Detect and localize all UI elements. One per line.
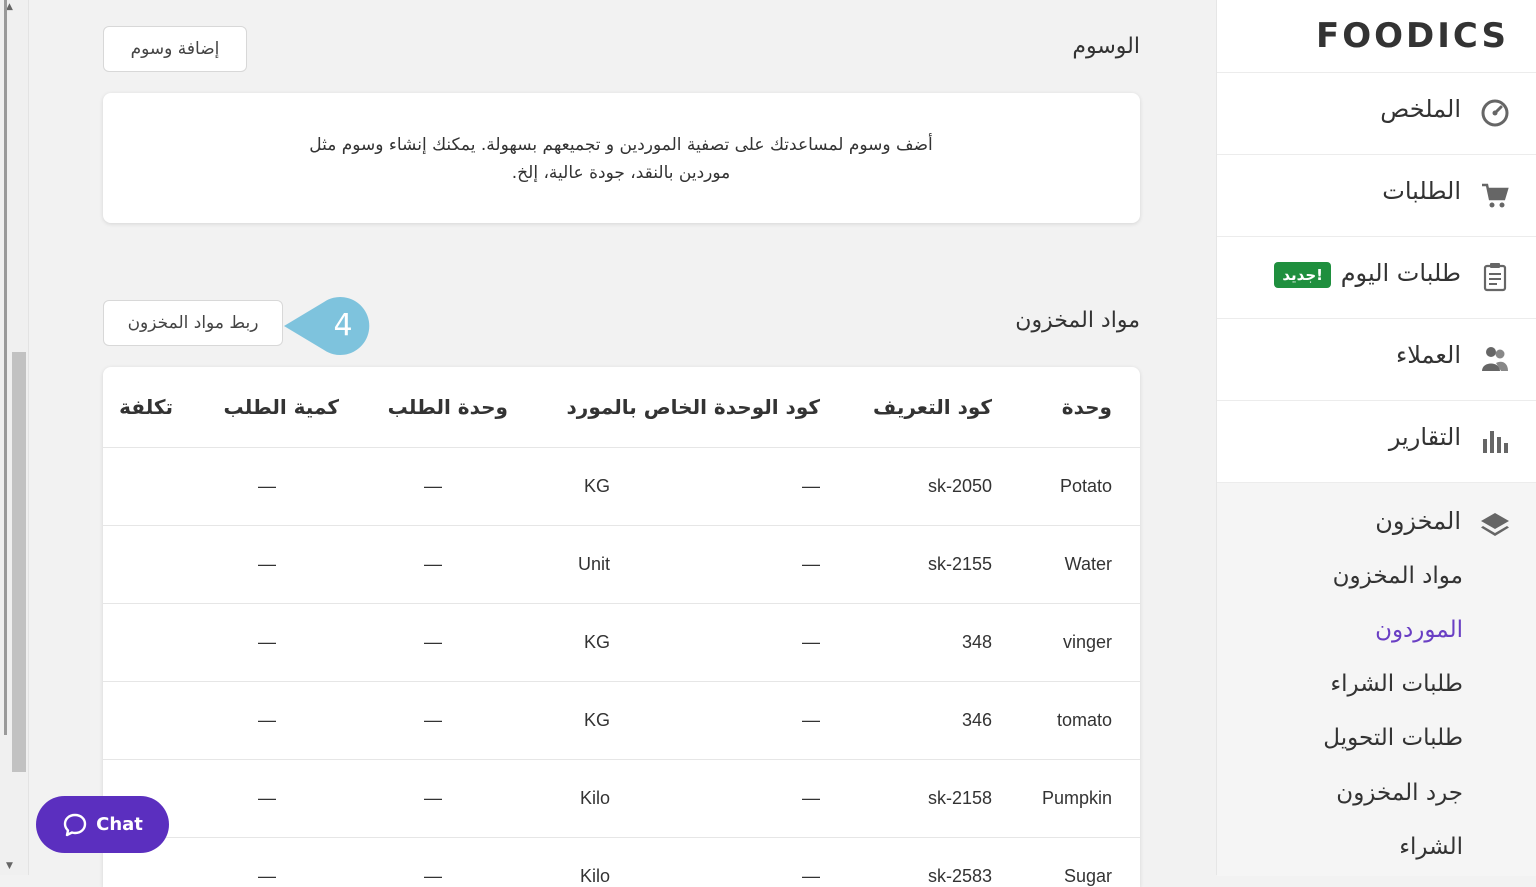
sidebar-subitem-purchasing[interactable]: الشراء: [1399, 834, 1463, 860]
scrollbar-thumb[interactable]: [12, 352, 26, 772]
cart-icon: [1482, 183, 1509, 208]
cell-sku: sk-2155: [927, 554, 992, 574]
cell-order-unit: Unit: [577, 554, 610, 574]
link-inventory-items-button[interactable]: ربط مواد المخزون: [103, 300, 283, 346]
foodics-logo[interactable]: FOODICS: [1316, 16, 1509, 56]
sidebar-subitem-purchase-orders[interactable]: طلبات الشراء: [1330, 671, 1463, 697]
chat-bubble-icon: [63, 813, 87, 836]
sidebar-item-label: العملاء: [1395, 341, 1461, 369]
cell-order-unit: KG: [583, 632, 610, 652]
tags-description-line-1: أضف وسوم لمساعدتك على تصفية الموردين و ت…: [309, 135, 933, 155]
sidebar-item-todays-orders[interactable]: طلبات اليوم جديد!: [1217, 236, 1536, 318]
cell-cost: —: [258, 788, 276, 808]
table-row[interactable]: vinger 348 — KG — —: [103, 603, 1140, 682]
cell-sku: sk-2158: [927, 788, 992, 808]
inventory-items-table: وحدة كود التعريف كود الوحدة الخاص بالمور…: [103, 367, 1140, 887]
sidebar-item-customers[interactable]: العملاء: [1217, 318, 1536, 400]
cell-supplier-code: —: [802, 866, 820, 886]
cell-supplier-code: —: [802, 476, 820, 496]
sidebar-subitem-inventory-count[interactable]: جرد المخزون: [1336, 780, 1463, 806]
sidebar-item-orders[interactable]: الطلبات: [1217, 154, 1536, 236]
column-header-order-quantity: كمية الطلب: [223, 395, 339, 419]
tags-section-title: الوسوم: [1072, 34, 1140, 59]
cell-sku: sk-2050: [927, 476, 992, 496]
cell-order-quantity: —: [424, 476, 442, 496]
sidebar-item-label: المخزون: [1375, 507, 1461, 535]
cell-name: Sugar: [1063, 866, 1112, 886]
cell-name: Pumpkin: [1041, 788, 1112, 808]
cell-sku: 346: [961, 710, 992, 730]
cell-order-unit: KG: [583, 710, 610, 730]
tags-description-line-2: موردين بالنقد، جودة عالية، إلخ.: [511, 163, 731, 183]
cell-order-unit: Kilo: [579, 866, 610, 886]
cell-order-unit: KG: [583, 476, 610, 496]
tags-description: أضف وسوم لمساعدتك على تصفية الموردين و ت…: [103, 131, 1139, 187]
cell-order-quantity: —: [424, 788, 442, 808]
cell-order-quantity: —: [424, 632, 442, 652]
column-header-order-unit: وحدة الطلب: [387, 395, 508, 419]
sidebar-item-label: الملخص: [1380, 95, 1461, 123]
table-row[interactable]: Water sk-2155 — Unit — —: [103, 525, 1140, 604]
column-header-sku: كود التعريف: [873, 395, 992, 419]
table-row[interactable]: tomato 346 — KG — —: [103, 681, 1140, 760]
cell-cost: —: [258, 554, 276, 574]
cell-name: Water: [1064, 554, 1112, 574]
chat-button[interactable]: Chat: [36, 796, 169, 853]
customers-icon: [1482, 347, 1508, 371]
table-row[interactable]: Pumpkin sk-2158 — Kilo — —: [103, 759, 1140, 838]
layers-icon: [1481, 513, 1509, 536]
table-row[interactable]: Potato sk-2050 — KG — —: [103, 447, 1140, 526]
sidebar-item-summary[interactable]: الملخص: [1217, 72, 1536, 154]
cell-order-quantity: —: [424, 866, 442, 886]
column-header-cost: تكلفة: [119, 395, 173, 419]
cell-supplier-code: —: [802, 788, 820, 808]
cell-supplier-code: —: [802, 632, 820, 652]
add-tags-button[interactable]: إضافة وسوم: [103, 26, 247, 72]
sidebar-item-label: الطلبات: [1382, 177, 1461, 205]
cell-sku: 348: [961, 632, 992, 652]
sidebar-subitem-suppliers[interactable]: الموردون: [1375, 617, 1463, 643]
cell-supplier-code: —: [802, 710, 820, 730]
sidebar-item-inventory[interactable]: المخزون مواد المخزون الموردون طلبات الشر…: [1217, 482, 1536, 876]
clipboard-icon: [1483, 263, 1507, 292]
cell-cost: —: [258, 710, 276, 730]
step-marker-pin: 4: [284, 297, 370, 355]
table-row[interactable]: Sugar sk-2583 — Kilo — —: [103, 837, 1140, 887]
tags-empty-card: أضف وسوم لمساعدتك على تصفية الموردين و ت…: [103, 93, 1140, 223]
window-scrollbar[interactable]: ▲ ▼: [0, 0, 29, 875]
bar-chart-icon: [1483, 431, 1508, 453]
cell-cost: —: [258, 632, 276, 652]
cell-name: vinger: [1062, 632, 1112, 652]
cell-cost: —: [258, 476, 276, 496]
scroll-down-arrow-icon[interactable]: ▼: [6, 861, 13, 871]
step-marker-number: 4: [333, 308, 352, 343]
cell-cost: —: [258, 866, 276, 886]
cell-order-unit: Kilo: [579, 788, 610, 808]
cell-name: Potato: [1059, 476, 1112, 496]
new-badge: جديد!: [1274, 262, 1331, 288]
scroll-up-arrow-icon[interactable]: ▲: [6, 2, 13, 12]
cell-supplier-code: —: [802, 554, 820, 574]
sidebar: FOODICS الملخص الطلبات طلبات اليوم جديد!: [1216, 0, 1536, 876]
cell-order-quantity: —: [424, 710, 442, 730]
cell-name: tomato: [1056, 710, 1112, 730]
sidebar-item-label: طلبات اليوم: [1340, 259, 1461, 287]
chat-label: Chat: [96, 814, 143, 835]
sidebar-item-reports[interactable]: التقارير: [1217, 400, 1536, 482]
column-header-supplier-code: كود الوحدة الخاص بالمورد: [566, 395, 820, 419]
sidebar-subitem-inventory-items[interactable]: مواد المخزون: [1333, 563, 1463, 589]
dashboard-gauge-icon: [1481, 99, 1509, 127]
cell-sku: sk-2583: [927, 866, 992, 886]
cell-order-quantity: —: [424, 554, 442, 574]
inventory-items-title: مواد المخزون: [1015, 308, 1140, 333]
scrollbar-track: [4, 0, 7, 735]
column-header-unit: وحدة: [1061, 395, 1112, 419]
sidebar-subitem-transfer-orders[interactable]: طلبات التحويل: [1323, 725, 1463, 751]
sidebar-item-label: التقارير: [1388, 423, 1461, 451]
